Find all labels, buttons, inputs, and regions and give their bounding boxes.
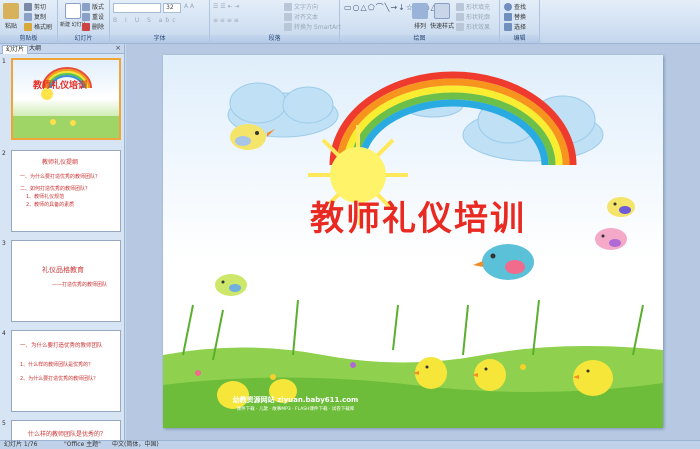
- text-direction-button[interactable]: 文字方向: [284, 2, 318, 11]
- slides-group: 新建 幻灯片 版式 重设 删除 幻灯片: [58, 0, 110, 44]
- bullets-button[interactable]: ☰ ☰ ⇤ ⇥: [213, 3, 240, 10]
- bird-icon: [473, 244, 534, 280]
- paragraph-group: ☰ ☰ ⇤ ⇥ ≡ ≡ ≡ ≡ 文字方向 对齐文本 转换为 SmartArt 段…: [210, 0, 341, 44]
- align-text-icon: [284, 12, 292, 21]
- theme-name: "Office 主题": [64, 441, 101, 448]
- thumbnail-preview: 教师礼仪提纲 一、为什么要打造优秀的教师团队？ 二、如何打造优秀的教师团队？ 1…: [11, 150, 121, 232]
- slide-editor: 教师礼仪培训 幼教资源网站 ziyuan.baby611.com 课件下载 · …: [126, 44, 700, 440]
- reset-icon: [82, 12, 90, 21]
- scissors-icon: [24, 2, 32, 11]
- drawing-label: 绘图: [340, 35, 499, 43]
- shape-outline-button[interactable]: 形状轮廓: [456, 12, 490, 21]
- slide-number: 5: [2, 420, 6, 427]
- delete-slide-button[interactable]: 删除: [82, 22, 104, 31]
- slide-number: 3: [2, 240, 6, 247]
- shape-fill-button[interactable]: 形状填充: [456, 2, 490, 11]
- slide-thumbnail-1[interactable]: 1 教师礼仪培训: [0, 58, 125, 144]
- thumbnail-preview: 礼仪品格教育 ——打造优秀的教师团队: [11, 240, 121, 322]
- font-label: 字体: [110, 35, 209, 43]
- tab-slides[interactable]: 幻灯片: [2, 45, 29, 54]
- shape-effects-button[interactable]: 形状效果: [456, 22, 490, 31]
- slide-footer: 幼教资源网站 ziyuan.baby611.com 课件下载 · 儿歌 · 故事…: [223, 395, 368, 412]
- slide-title[interactable]: 教师礼仪培训: [268, 191, 568, 240]
- font-style-buttons[interactable]: B I U S abc: [113, 17, 179, 24]
- slide-number: 4: [2, 330, 6, 337]
- delete-icon: [82, 22, 90, 31]
- paste-icon: [3, 3, 19, 19]
- replace-icon: [504, 12, 512, 21]
- tab-outline[interactable]: 大纲: [26, 45, 44, 54]
- grow-font-button[interactable]: A A: [184, 3, 194, 10]
- new-slide-icon: [65, 3, 82, 19]
- format-painter-button[interactable]: 格式刷: [24, 22, 52, 31]
- arrange-button[interactable]: 排列: [412, 3, 428, 30]
- slides-label: 幻灯片: [58, 35, 109, 43]
- font-size-combo[interactable]: 32: [163, 3, 181, 13]
- select-icon: [504, 22, 512, 31]
- find-button[interactable]: 查找: [504, 2, 526, 11]
- close-panel-icon[interactable]: ×: [115, 44, 121, 52]
- editing-group: 查找 替换 选择 编辑: [500, 0, 540, 44]
- quick-styles-button[interactable]: 快速样式: [430, 3, 454, 30]
- quick-styles-icon: [434, 3, 450, 19]
- format-painter-icon: [24, 22, 32, 31]
- bird-icon: [215, 274, 247, 296]
- slide-counter: 幻灯片 1/76: [4, 441, 38, 448]
- bird-icon: [607, 197, 635, 217]
- clipboard-group: 粘贴 剪切 复制 格式刷 剪贴板: [0, 0, 58, 44]
- slides-panel: 幻灯片 大纲 × 1 教师礼仪培训 2 教师礼仪提纲 一、为什么要打造优秀的教师…: [0, 44, 125, 440]
- drawing-group: ▭○△⬠⌒╲→↓☆▭○△ 排列 快速样式 形状填充 形状轮廓 形状效果 绘图: [340, 0, 500, 44]
- align-buttons[interactable]: ≡ ≡ ≡ ≡: [213, 17, 239, 24]
- slide-illustration: [163, 71, 663, 428]
- thumbnail-preview: 什么样的教师团队是优秀的？: [11, 420, 121, 440]
- ribbon: 粘贴 剪切 复制 格式刷 剪贴板 新建 幻灯片 版式 重设 删除 幻灯片 32 …: [0, 0, 700, 44]
- bird-icon: [595, 228, 627, 250]
- effects-icon: [456, 22, 464, 31]
- thumbnail-art: [13, 67, 119, 138]
- reset-button[interactable]: 重设: [82, 12, 104, 21]
- paragraph-label: 段落: [210, 35, 339, 43]
- footer-site-text: 幼教资源网站 ziyuan.baby611.com: [232, 396, 359, 404]
- slide-thumbnail-5[interactable]: 5 什么样的教师团队是优秀的？: [0, 420, 125, 440]
- select-button[interactable]: 选择: [504, 22, 526, 31]
- layout-button[interactable]: 版式: [82, 2, 104, 11]
- smartart-icon: [284, 22, 292, 31]
- language-indicator[interactable]: 中文(简体，中国): [112, 441, 159, 449]
- fill-icon: [456, 2, 464, 11]
- find-icon: [504, 2, 512, 11]
- thumbnail-preview: 一、为什么要打造优秀的教师团队 1、什么样的教师团队是优秀的？ 2、为什么要打造…: [11, 330, 121, 412]
- thumbnail-preview: 教师礼仪培训: [11, 58, 121, 140]
- smartart-button[interactable]: 转换为 SmartArt: [284, 22, 341, 31]
- paste-button[interactable]: 粘贴: [3, 3, 19, 30]
- outline-icon: [456, 12, 464, 21]
- replace-button[interactable]: 替换: [504, 12, 526, 21]
- font-group: 32 A A B I U S abc 字体: [110, 0, 210, 44]
- slide-number: 1: [2, 58, 6, 65]
- slide-thumbnail-3[interactable]: 3 礼仪品格教育 ——打造优秀的教师团队: [0, 240, 125, 326]
- slide-number: 2: [2, 150, 6, 157]
- text-direction-icon: [284, 2, 292, 11]
- align-text-button[interactable]: 对齐文本: [284, 12, 318, 21]
- copy-button[interactable]: 复制: [24, 12, 46, 21]
- footer-links-text: 课件下载 · 儿歌 · 故事MP3 · FLASH课件下载 · 试卷下载库: [236, 407, 355, 412]
- slide-thumbnail-2[interactable]: 2 教师礼仪提纲 一、为什么要打造优秀的教师团队？ 二、如何打造优秀的教师团队？…: [0, 150, 125, 236]
- clipboard-label: 剪贴板: [0, 35, 57, 43]
- panel-tabs: 幻灯片 大纲 ×: [0, 44, 124, 54]
- status-bar: 幻灯片 1/76 "Office 主题" 中文(简体，中国): [0, 440, 700, 449]
- slide-thumbnail-4[interactable]: 4 一、为什么要打造优秀的教师团队 1、什么样的教师团队是优秀的？ 2、为什么要…: [0, 330, 125, 416]
- layout-icon: [82, 2, 90, 11]
- copy-icon: [24, 12, 32, 21]
- editing-label: 编辑: [500, 35, 539, 43]
- font-name-combo[interactable]: [113, 3, 161, 13]
- slide-canvas[interactable]: 教师礼仪培训 幼教资源网站 ziyuan.baby611.com 课件下载 · …: [163, 55, 663, 428]
- cut-button[interactable]: 剪切: [24, 2, 46, 11]
- arrange-icon: [412, 3, 428, 19]
